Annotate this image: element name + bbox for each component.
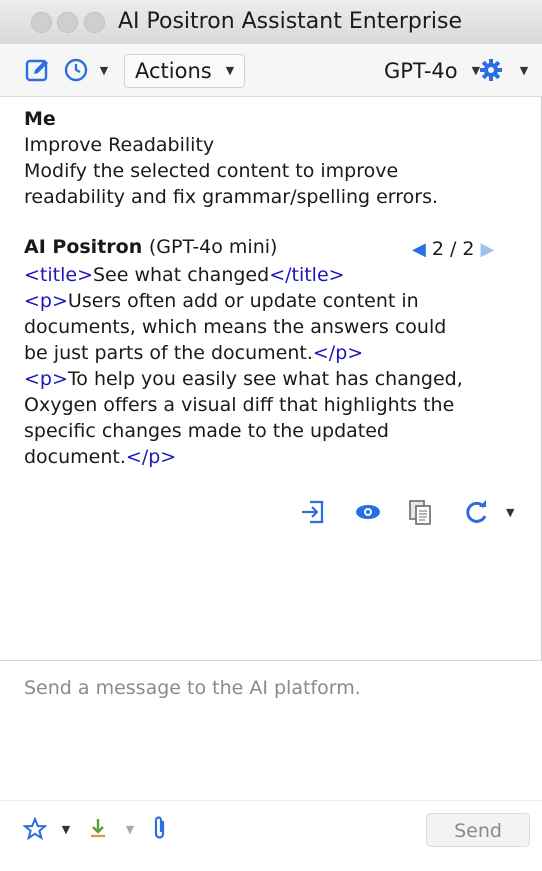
user-action-name: Improve Readability — [24, 134, 215, 156]
response-line: Oxygen offers a visual diff that highlig… — [24, 394, 455, 416]
copy-icon[interactable] — [408, 498, 432, 526]
actions-label: Actions — [135, 59, 212, 83]
conversation-panel: Me Improve Readability Modify the select… — [0, 96, 542, 658]
message-input[interactable]: Send a message to the AI platform. — [0, 660, 542, 817]
previous-response-arrow-icon[interactable]: ◀ — [412, 239, 426, 260]
regenerate-icon[interactable] — [464, 498, 490, 526]
window-title: AI Positron Assistant Enterprise — [118, 9, 463, 34]
assistant-sender-name: AI Positron — [24, 236, 143, 258]
model-label: GPT-4o — [384, 59, 458, 83]
response-counter: 2 / 2 — [431, 238, 475, 260]
favorites-dropdown-icon[interactable]: ▼ — [58, 819, 74, 839]
settings-dropdown-icon[interactable]: ▼ — [516, 60, 532, 80]
chevron-down-icon: ▼ — [225, 64, 235, 77]
favorites-star-icon[interactable] — [22, 815, 48, 843]
history-icon[interactable] — [62, 56, 90, 84]
response-line: documents, which means the answers could — [24, 316, 447, 338]
assistant-sender: AI Positron (GPT-4o mini) — [24, 236, 277, 258]
send-button[interactable]: Send — [426, 813, 530, 847]
attach-paperclip-icon[interactable] — [150, 813, 170, 843]
zoom-window-button[interactable] — [84, 12, 105, 33]
import-dropdown-icon[interactable]: ▼ — [122, 819, 138, 839]
actions-menu[interactable]: Actions ▼ — [124, 54, 246, 88]
close-window-button[interactable] — [31, 12, 52, 33]
history-dropdown-icon[interactable]: ▼ — [96, 60, 112, 80]
response-line: specific changes made to the updated — [24, 420, 389, 442]
settings-gear-icon[interactable] — [478, 56, 504, 84]
minimize-window-button[interactable] — [57, 12, 78, 33]
response-line: document.</p> — [24, 446, 177, 468]
response-navigation: ◀ 2 / 2 ▶ — [412, 238, 494, 260]
user-sender-name: Me — [24, 108, 56, 130]
user-description-line: Modify the selected content to improve — [24, 160, 399, 182]
response-line: <p>To help you easily see what has chang… — [24, 368, 463, 390]
response-line: be just parts of the document.</p> — [24, 342, 364, 364]
response-line: <p>Users often add or update content in — [24, 290, 419, 312]
assistant-model-name: (GPT-4o mini) — [148, 236, 278, 258]
model-selector[interactable]: GPT-4o ▼ — [384, 56, 480, 86]
toolbar: ▼ Actions ▼ GPT-4o ▼ ▼ — [0, 44, 542, 97]
bottom-bar: ▼ ▼ Send — [0, 800, 542, 871]
insert-icon[interactable] — [300, 498, 326, 526]
response-line: <title>See what changed</title> — [24, 264, 345, 286]
next-response-arrow-icon[interactable]: ▶ — [481, 239, 495, 260]
message-input-placeholder: Send a message to the AI platform. — [24, 677, 361, 699]
import-icon[interactable] — [86, 815, 110, 843]
ai-positron-window: AI Positron Assistant Enterprise ▼ Actio… — [0, 0, 542, 871]
title-bar: AI Positron Assistant Enterprise — [0, 0, 542, 45]
new-chat-icon[interactable] — [24, 56, 52, 84]
regenerate-dropdown-icon[interactable]: ▼ — [506, 498, 514, 526]
preview-eye-icon[interactable] — [354, 498, 382, 526]
user-description-line: readability and fix grammar/spelling err… — [24, 186, 439, 208]
